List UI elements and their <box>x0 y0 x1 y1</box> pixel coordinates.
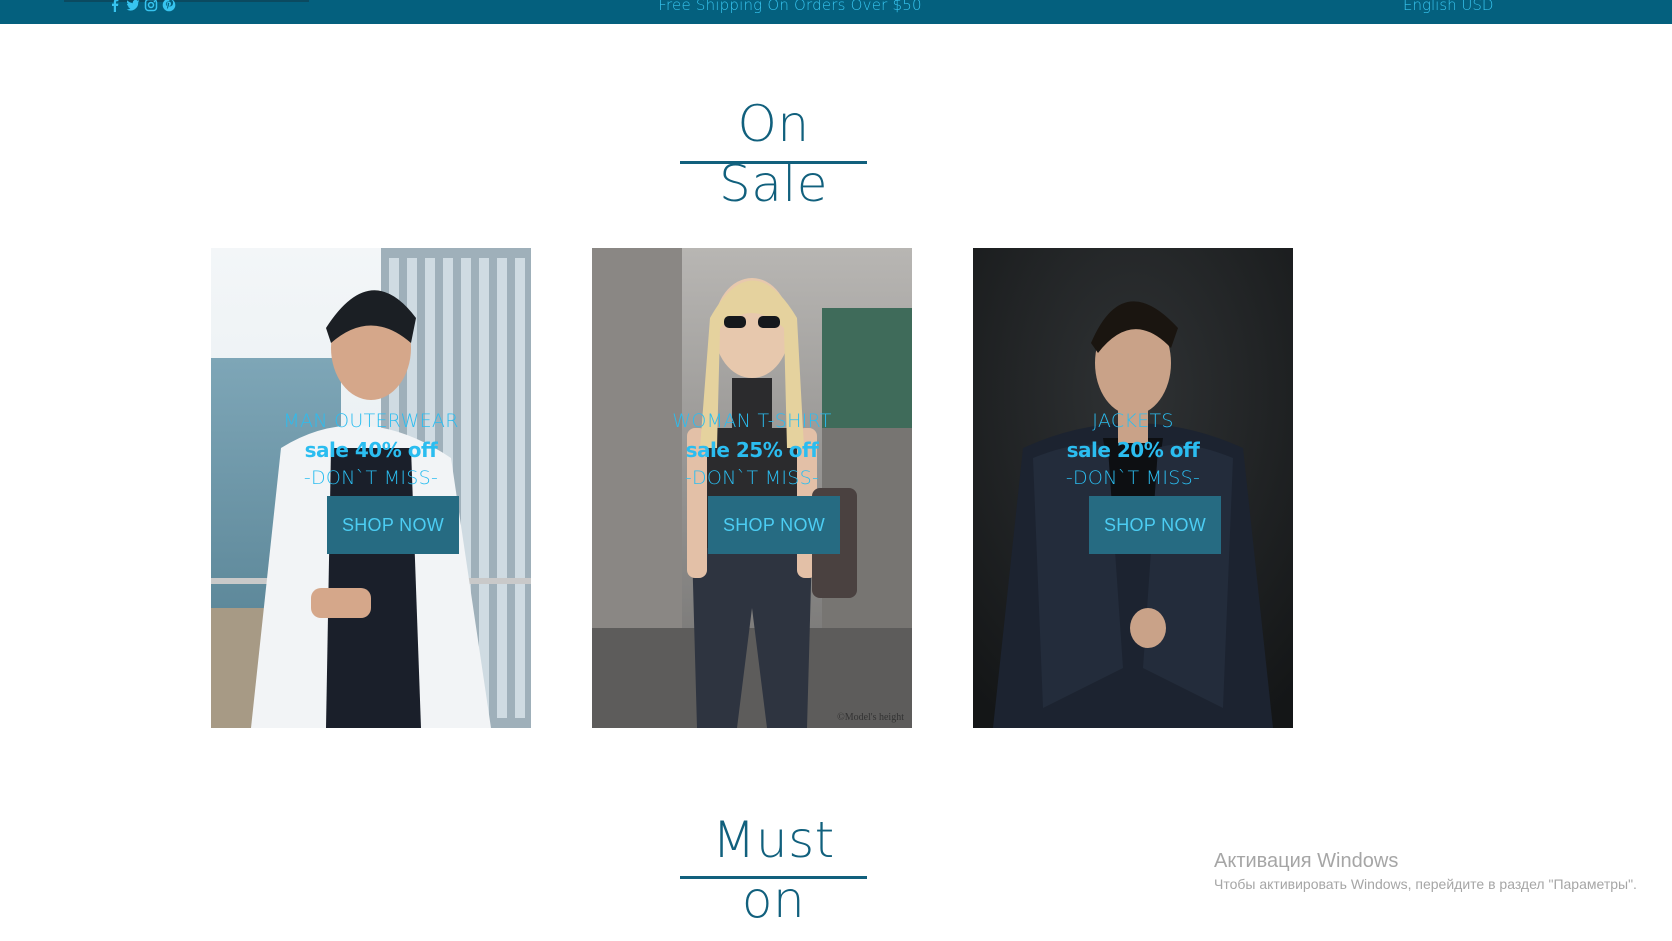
shop-now-button[interactable]: SHOP NOW <box>708 496 840 554</box>
card-category: WOMAN T-SHIRT <box>672 410 832 432</box>
card-sale-text: sale 25% off <box>685 438 819 462</box>
card-sale-text: sale 20% off <box>1066 438 1200 462</box>
on-sale-title: On Sale <box>718 95 829 213</box>
card-overlay: WOMAN T-SHIRT sale 25% off -DON`T MISS- … <box>592 248 912 728</box>
must-on-title: Must on <box>712 811 835 929</box>
shop-now-button[interactable]: SHOP NOW <box>327 496 459 554</box>
free-shipping-promo: Free Shipping On Orders Over $50 <box>658 0 922 14</box>
card-category: MAN OUTERWEAR <box>283 410 459 432</box>
sale-card-man-outerwear[interactable]: MAN OUTERWEAR sale 40% off -DON`T MISS- … <box>211 248 531 728</box>
shop-now-button[interactable]: SHOP NOW <box>1089 496 1221 554</box>
card-dont-miss: -DON`T MISS- <box>1065 467 1201 489</box>
card-category: JACKETS <box>1092 410 1174 432</box>
card-dont-miss: -DON`T MISS- <box>684 467 820 489</box>
windows-activation-title: Активация Windows <box>1214 850 1399 872</box>
on-sale-title-underline <box>680 161 867 164</box>
language-currency-selector[interactable]: English USD <box>1403 0 1493 14</box>
must-on-title-underline <box>680 876 867 879</box>
card-overlay: JACKETS sale 20% off -DON`T MISS- SHOP N… <box>973 248 1293 728</box>
card-overlay: MAN OUTERWEAR sale 40% off -DON`T MISS- … <box>211 248 531 728</box>
page: Free Shipping On Orders Over $50 English… <box>0 0 1672 941</box>
sale-card-jackets[interactable]: JACKETS sale 20% off -DON`T MISS- SHOP N… <box>973 248 1293 728</box>
windows-activation-subtitle: Чтобы активировать Windows, перейдите в … <box>1214 876 1637 892</box>
sale-card-woman-tshirt[interactable]: ©Model's height WOMAN T-SHIRT sale 25% o… <box>592 248 912 728</box>
card-sale-text: sale 40% off <box>304 438 438 462</box>
card-dont-miss: -DON`T MISS- <box>303 467 439 489</box>
top-bar: Free Shipping On Orders Over $50 English… <box>0 0 1672 24</box>
windows-activation-watermark: Активация Windows Чтобы активировать Win… <box>1214 849 1637 895</box>
